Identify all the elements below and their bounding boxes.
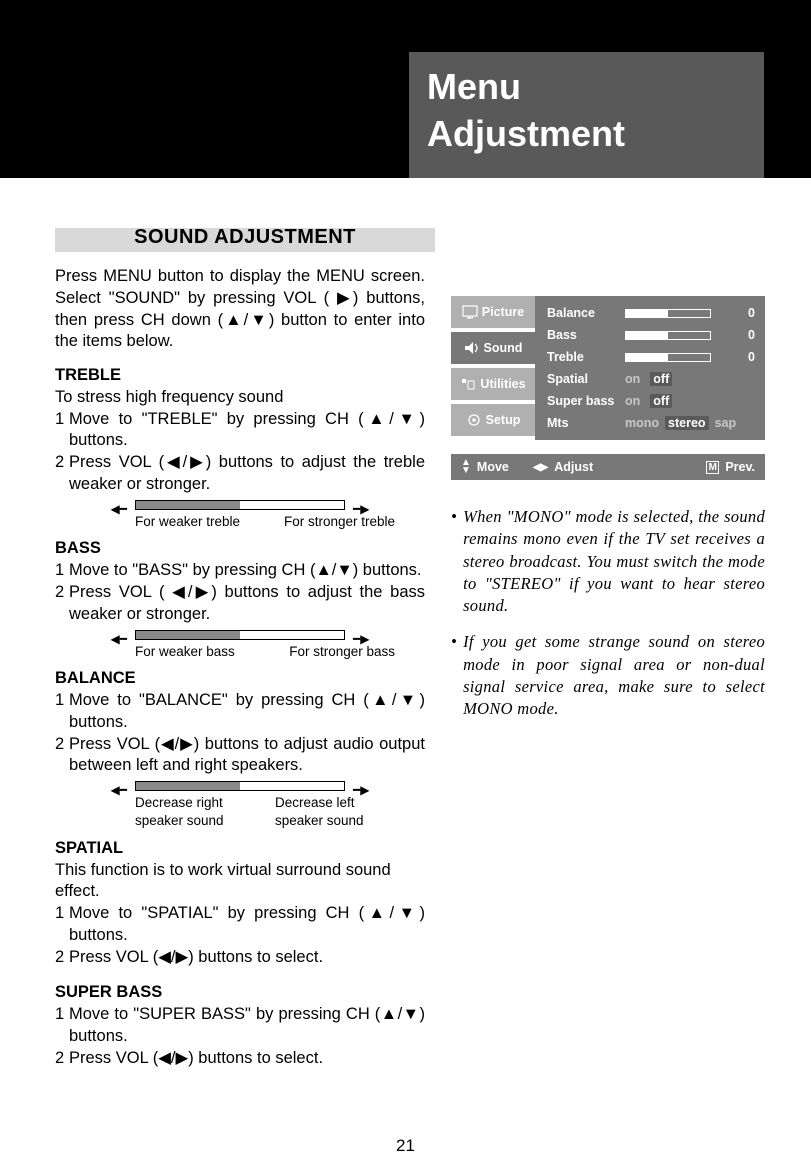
bass-step2: 2Press VOL ( ◀/▶) buttons to adjust the … [55, 582, 425, 626]
arrow-left-icon: ◀━ [109, 500, 127, 518]
leftright-icon: ◀▶ [533, 462, 548, 473]
arrow-left-icon: ◀━ [109, 630, 127, 648]
balance-step1: 1Move to "BALANCE" by pressing CH (▲/▼) … [55, 690, 425, 734]
notes: •When "MONO" mode is selected, the sound… [451, 506, 765, 720]
arrow-right-icon: ━▶ [353, 781, 371, 799]
chapter-line2: Adjustment [427, 111, 746, 158]
osd-tab-picture[interactable]: Picture [451, 296, 535, 328]
balance-heading: BALANCE [55, 668, 425, 690]
osd-row-balance[interactable]: Balance 0 [547, 302, 755, 324]
menu-key-icon: M [706, 461, 719, 474]
osd-tab-setup[interactable]: Setup [451, 404, 535, 436]
treble-heading: TREBLE [55, 365, 425, 387]
section-title-wrap: SOUND ADJUSTMENT [55, 228, 435, 252]
osd-row-bass[interactable]: Bass 0 [547, 324, 755, 346]
sound-icon [464, 341, 480, 355]
osd-tab-utilities[interactable]: Utilities [451, 368, 535, 400]
arrow-right-icon: ━▶ [353, 500, 371, 518]
slider-bar [135, 630, 345, 640]
osd-row-spatial[interactable]: Spatial on off [547, 368, 755, 390]
picture-icon [462, 305, 478, 319]
treble-slider: ◀━ For weaker treble For stronger treble… [55, 500, 425, 531]
section-title: SOUND ADJUSTMENT [55, 226, 435, 249]
left-column: Press MENU button to display the MENU sc… [55, 266, 425, 1069]
balance-right-label: Decrease left speaker sound [275, 794, 395, 830]
balance-step2: 2Press VOL (◀/▶) buttons to adjust audio… [55, 734, 425, 778]
slider-bar [135, 500, 345, 510]
arrow-right-icon: ━▶ [353, 630, 371, 648]
treble-right-label: For stronger treble [284, 513, 395, 531]
updown-icon: ▲▼ [461, 459, 471, 475]
intro-text: Press MENU button to display the MENU sc… [55, 266, 425, 353]
setup-icon [466, 413, 482, 427]
note-1: •When "MONO" mode is selected, the sound… [451, 506, 765, 617]
osd-bar [625, 309, 711, 318]
hint-move: ▲▼ Move [461, 459, 509, 475]
treble-left-label: For weaker treble [135, 513, 240, 531]
bass-left-label: For weaker bass [135, 643, 235, 661]
slider-bar [135, 781, 345, 791]
spatial-step1: 1Move to "SPATIAL" by pressing CH (▲/▼) … [55, 903, 425, 947]
osd-bar [625, 331, 711, 340]
treble-step1: 1Move to "TREBLE" by pressing CH (▲/▼) b… [55, 409, 425, 453]
osd-panel: Balance 0 Bass 0 Treble 0 [535, 296, 765, 440]
treble-lead: To stress high frequency sound [55, 387, 425, 409]
chapter-line1: Menu [427, 64, 746, 111]
page-content: SOUND ADJUSTMENT Press MENU button to di… [55, 228, 765, 1069]
superbass-step2: 2Press VOL (◀/▶) buttons to select. [55, 1048, 425, 1070]
arrow-left-icon: ◀━ [109, 781, 127, 799]
spatial-lead: This function is to work virtual surroun… [55, 860, 425, 904]
balance-left-label: Decrease right speaker sound [135, 794, 255, 830]
superbass-step1: 1Move to "SUPER BASS" by pressing CH (▲/… [55, 1004, 425, 1048]
hint-prev: M Prev. [706, 460, 755, 474]
osd-hint-bar: ▲▼ Move ◀▶ Adjust M Prev. [451, 454, 765, 480]
spatial-heading: SPATIAL [55, 838, 425, 860]
osd-row-mts[interactable]: Mts mono stereo sap [547, 412, 755, 434]
osd-row-treble[interactable]: Treble 0 [547, 346, 755, 368]
osd-menu: Picture Sound Utilities [451, 296, 765, 440]
balance-slider: ◀━ Decrease right speaker sound Decrease… [55, 781, 425, 830]
osd-tab-sound[interactable]: Sound [451, 332, 535, 364]
bass-slider: ◀━ For weaker bass For stronger bass ━▶ [55, 630, 425, 661]
columns: Press MENU button to display the MENU sc… [55, 266, 765, 1069]
spatial-step2: 2Press VOL (◀/▶) buttons to select. [55, 947, 425, 969]
right-column: Picture Sound Utilities [451, 266, 765, 1069]
hint-adjust: ◀▶ Adjust [533, 460, 593, 474]
osd-row-superbass[interactable]: Super bass on off [547, 390, 755, 412]
page-number: 21 [0, 1136, 811, 1156]
bass-right-label: For stronger bass [289, 643, 395, 661]
treble-step2: 2Press VOL (◀/▶) buttons to adjust the t… [55, 452, 425, 496]
utilities-icon [460, 377, 476, 391]
osd-tabs: Picture Sound Utilities [451, 296, 535, 440]
bass-step1: 1Move to "BASS" by pressing CH (▲/▼) but… [55, 560, 425, 582]
bass-heading: BASS [55, 538, 425, 560]
osd-bar [625, 353, 711, 362]
chapter-title: Menu Adjustment [409, 52, 764, 178]
note-2: •If you get some strange sound on stereo… [451, 631, 765, 720]
superbass-heading: SUPER BASS [55, 982, 425, 1004]
